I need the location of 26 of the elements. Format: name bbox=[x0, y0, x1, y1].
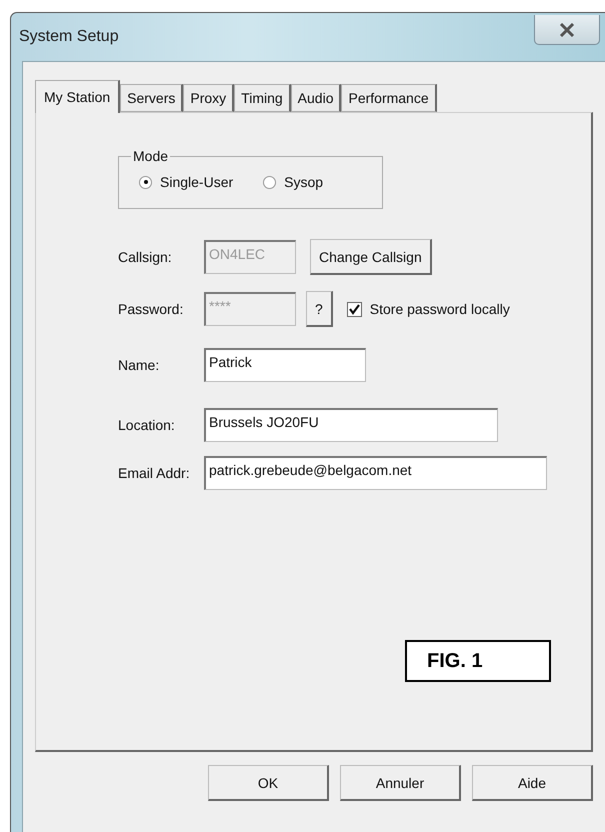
field-label: Email Addr: bbox=[118, 465, 191, 481]
radio-option[interactable]: Single-User bbox=[139, 174, 234, 190]
group-title: Mode bbox=[132, 148, 170, 164]
tab[interactable]: Servers bbox=[120, 84, 184, 112]
radio-label: Sysop bbox=[284, 174, 324, 190]
text-field[interactable]: patrick.grebeude@belgacom.net bbox=[204, 456, 547, 490]
field-label: Callsign: bbox=[118, 249, 173, 265]
tab[interactable]: Proxy bbox=[183, 84, 234, 112]
close-button[interactable] bbox=[534, 15, 600, 45]
tab[interactable]: Timing bbox=[234, 84, 291, 112]
radio-label: Single-User bbox=[160, 174, 234, 190]
dialog-button[interactable]: OK bbox=[208, 765, 329, 801]
dialog-button[interactable]: Annuler bbox=[340, 765, 461, 801]
tab[interactable]: My Station bbox=[35, 80, 120, 113]
tab[interactable]: Audio bbox=[290, 84, 342, 112]
field-label: Name: bbox=[118, 357, 160, 373]
text-field[interactable]: Brussels JO20FU bbox=[204, 408, 498, 442]
figure-label: FIG. 1 bbox=[405, 640, 551, 682]
close-icon bbox=[558, 22, 576, 36]
dialog-button[interactable]: Aide bbox=[472, 765, 593, 801]
text-field[interactable]: Patrick bbox=[204, 348, 366, 382]
tab[interactable]: Performance bbox=[341, 84, 437, 112]
radio-option[interactable]: Sysop bbox=[263, 174, 324, 190]
window-title: System Setup bbox=[19, 28, 119, 46]
field-label: Password: bbox=[118, 301, 184, 317]
field-label: Location: bbox=[118, 417, 176, 433]
